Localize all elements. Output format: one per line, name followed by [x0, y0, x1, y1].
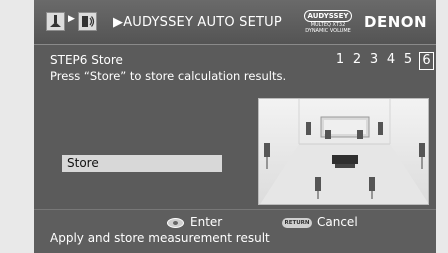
step-number: 2	[352, 52, 362, 67]
audio-icon	[78, 12, 97, 31]
cancel-label: Cancel	[317, 215, 358, 229]
front-right-speaker	[378, 122, 383, 135]
step-number: 1	[335, 52, 345, 67]
step-description: Press “Store” to store calculation resul…	[50, 69, 287, 83]
step-title: STEP6 Store	[50, 53, 123, 67]
store-button[interactable]: Store	[62, 155, 222, 172]
step-number-current: 6	[419, 52, 434, 70]
step-indicator: 1 2 3 4 5 6	[334, 52, 434, 70]
setup-icon	[46, 12, 65, 31]
back-left-speaker	[315, 177, 321, 191]
audyssey-line-2: DYNAMIC VOLUME	[305, 28, 351, 34]
setup-screen: ▶ ▶AUDYSSEY AUTO SETUP AUDYSSEY MULTEQ X…	[34, 0, 436, 253]
step-number: 3	[369, 52, 379, 67]
status-message: Apply and store measurement result	[50, 231, 270, 245]
return-icon: RETURN	[282, 218, 312, 228]
back-right-speaker	[369, 177, 375, 191]
step-number: 4	[386, 52, 396, 67]
audyssey-logo: AUDYSSEY MULTEQ XT32 DYNAMIC VOLUME	[304, 10, 352, 36]
surround-right-speaker	[419, 143, 425, 157]
enter-label: Enter	[190, 215, 223, 229]
header-bar: ▶ ▶AUDYSSEY AUTO SETUP AUDYSSEY MULTEQ X…	[34, 0, 436, 45]
front-left-speaker	[306, 122, 311, 135]
breadcrumb-arrow-icon: ▶	[68, 14, 75, 24]
footer-bar: Enter RETURN Cancel Apply and store meas…	[34, 209, 436, 253]
subwoofer	[332, 155, 358, 164]
surround-left-speaker	[264, 143, 270, 157]
speaker-layout-illustration	[258, 98, 429, 205]
denon-logo: DENON	[364, 13, 428, 31]
breadcrumb-title: ▶AUDYSSEY AUTO SETUP	[113, 15, 282, 30]
step-number: 5	[403, 52, 413, 67]
audyssey-badge: AUDYSSEY	[304, 10, 352, 22]
enter-icon	[167, 218, 184, 228]
